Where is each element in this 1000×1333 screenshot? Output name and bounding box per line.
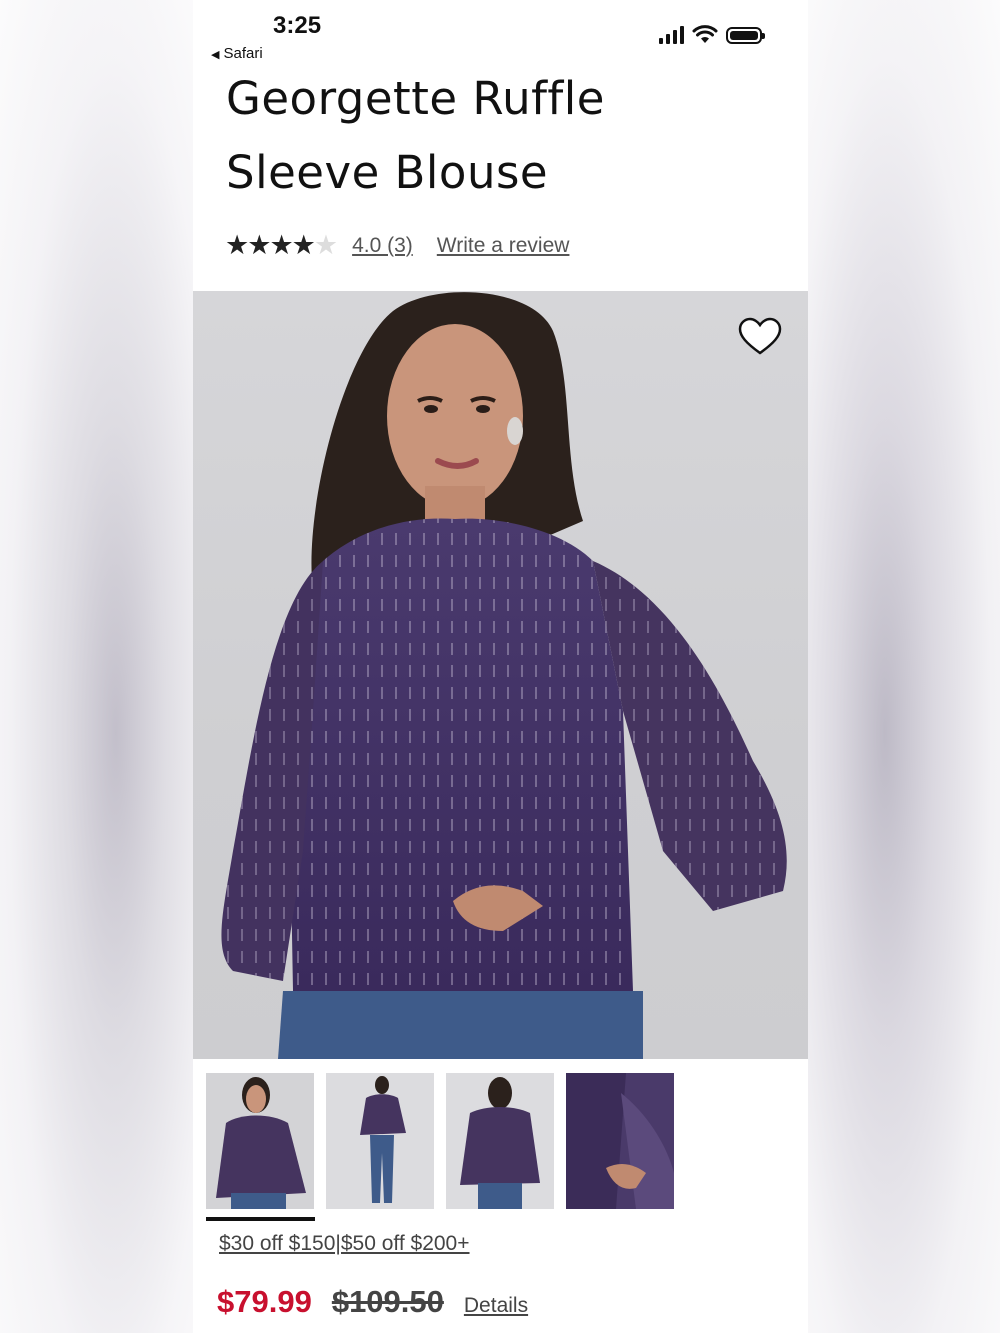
heart-icon[interactable] <box>738 317 782 357</box>
product-title-line2: Sleeve Blouse <box>226 146 549 199</box>
model-illustration <box>221 292 787 1059</box>
background-blur-left <box>0 0 193 1333</box>
product-title: Georgette Ruffle Sleeve Blouse <box>226 62 786 210</box>
product-main-image[interactable] <box>193 291 808 1059</box>
star-icon: ★ <box>225 230 249 260</box>
thumbnail-full-length-view[interactable] <box>326 1073 434 1209</box>
back-triangle-icon: ◀ <box>211 49 220 61</box>
star-icon-empty: ★ <box>313 230 338 260</box>
write-review-link[interactable]: Write a review <box>437 234 570 258</box>
original-price: $109.50 <box>331 1284 444 1319</box>
rating-row: ★ ★ ★ ★ ★ 4.0 (3) Write a review <box>225 230 569 261</box>
thumbnail-strip <box>206 1073 674 1209</box>
status-icons <box>659 24 765 44</box>
back-to-safari-link[interactable]: ◀ Safari <box>211 45 263 62</box>
thumbnail-back-view[interactable] <box>446 1073 554 1209</box>
rating-count-link[interactable]: 4.0 (3) <box>352 234 413 258</box>
thumbnail-sleeve-detail-view[interactable] <box>566 1073 674 1209</box>
product-title-line1: Georgette Ruffle <box>226 72 605 125</box>
phone-screen: 3:25 ◀ Safari Georgette Ruffle Sleeve Blo… <box>193 0 808 1333</box>
star-icon: ★ <box>291 230 316 260</box>
star-icon: ★ <box>247 230 271 260</box>
price-row: $79.99 $109.50 Details <box>217 1284 528 1320</box>
status-time: 3:25 <box>273 12 322 39</box>
thumbnail-selected-indicator <box>206 1217 315 1221</box>
battery-icon <box>726 27 765 44</box>
star-rating: ★ ★ ★ ★ ★ <box>225 230 338 261</box>
promo-offer-link[interactable]: $30 off $150|$50 off $200+ <box>219 1232 470 1256</box>
back-app-label: Safari <box>223 45 263 62</box>
thumbnail-front-view[interactable] <box>206 1073 314 1209</box>
sale-price: $79.99 <box>217 1284 312 1319</box>
details-link[interactable]: Details <box>464 1294 528 1318</box>
wifi-icon <box>692 25 718 43</box>
star-icon: ★ <box>269 230 293 260</box>
signal-icon <box>659 26 684 44</box>
background-blur-right <box>808 0 1000 1333</box>
